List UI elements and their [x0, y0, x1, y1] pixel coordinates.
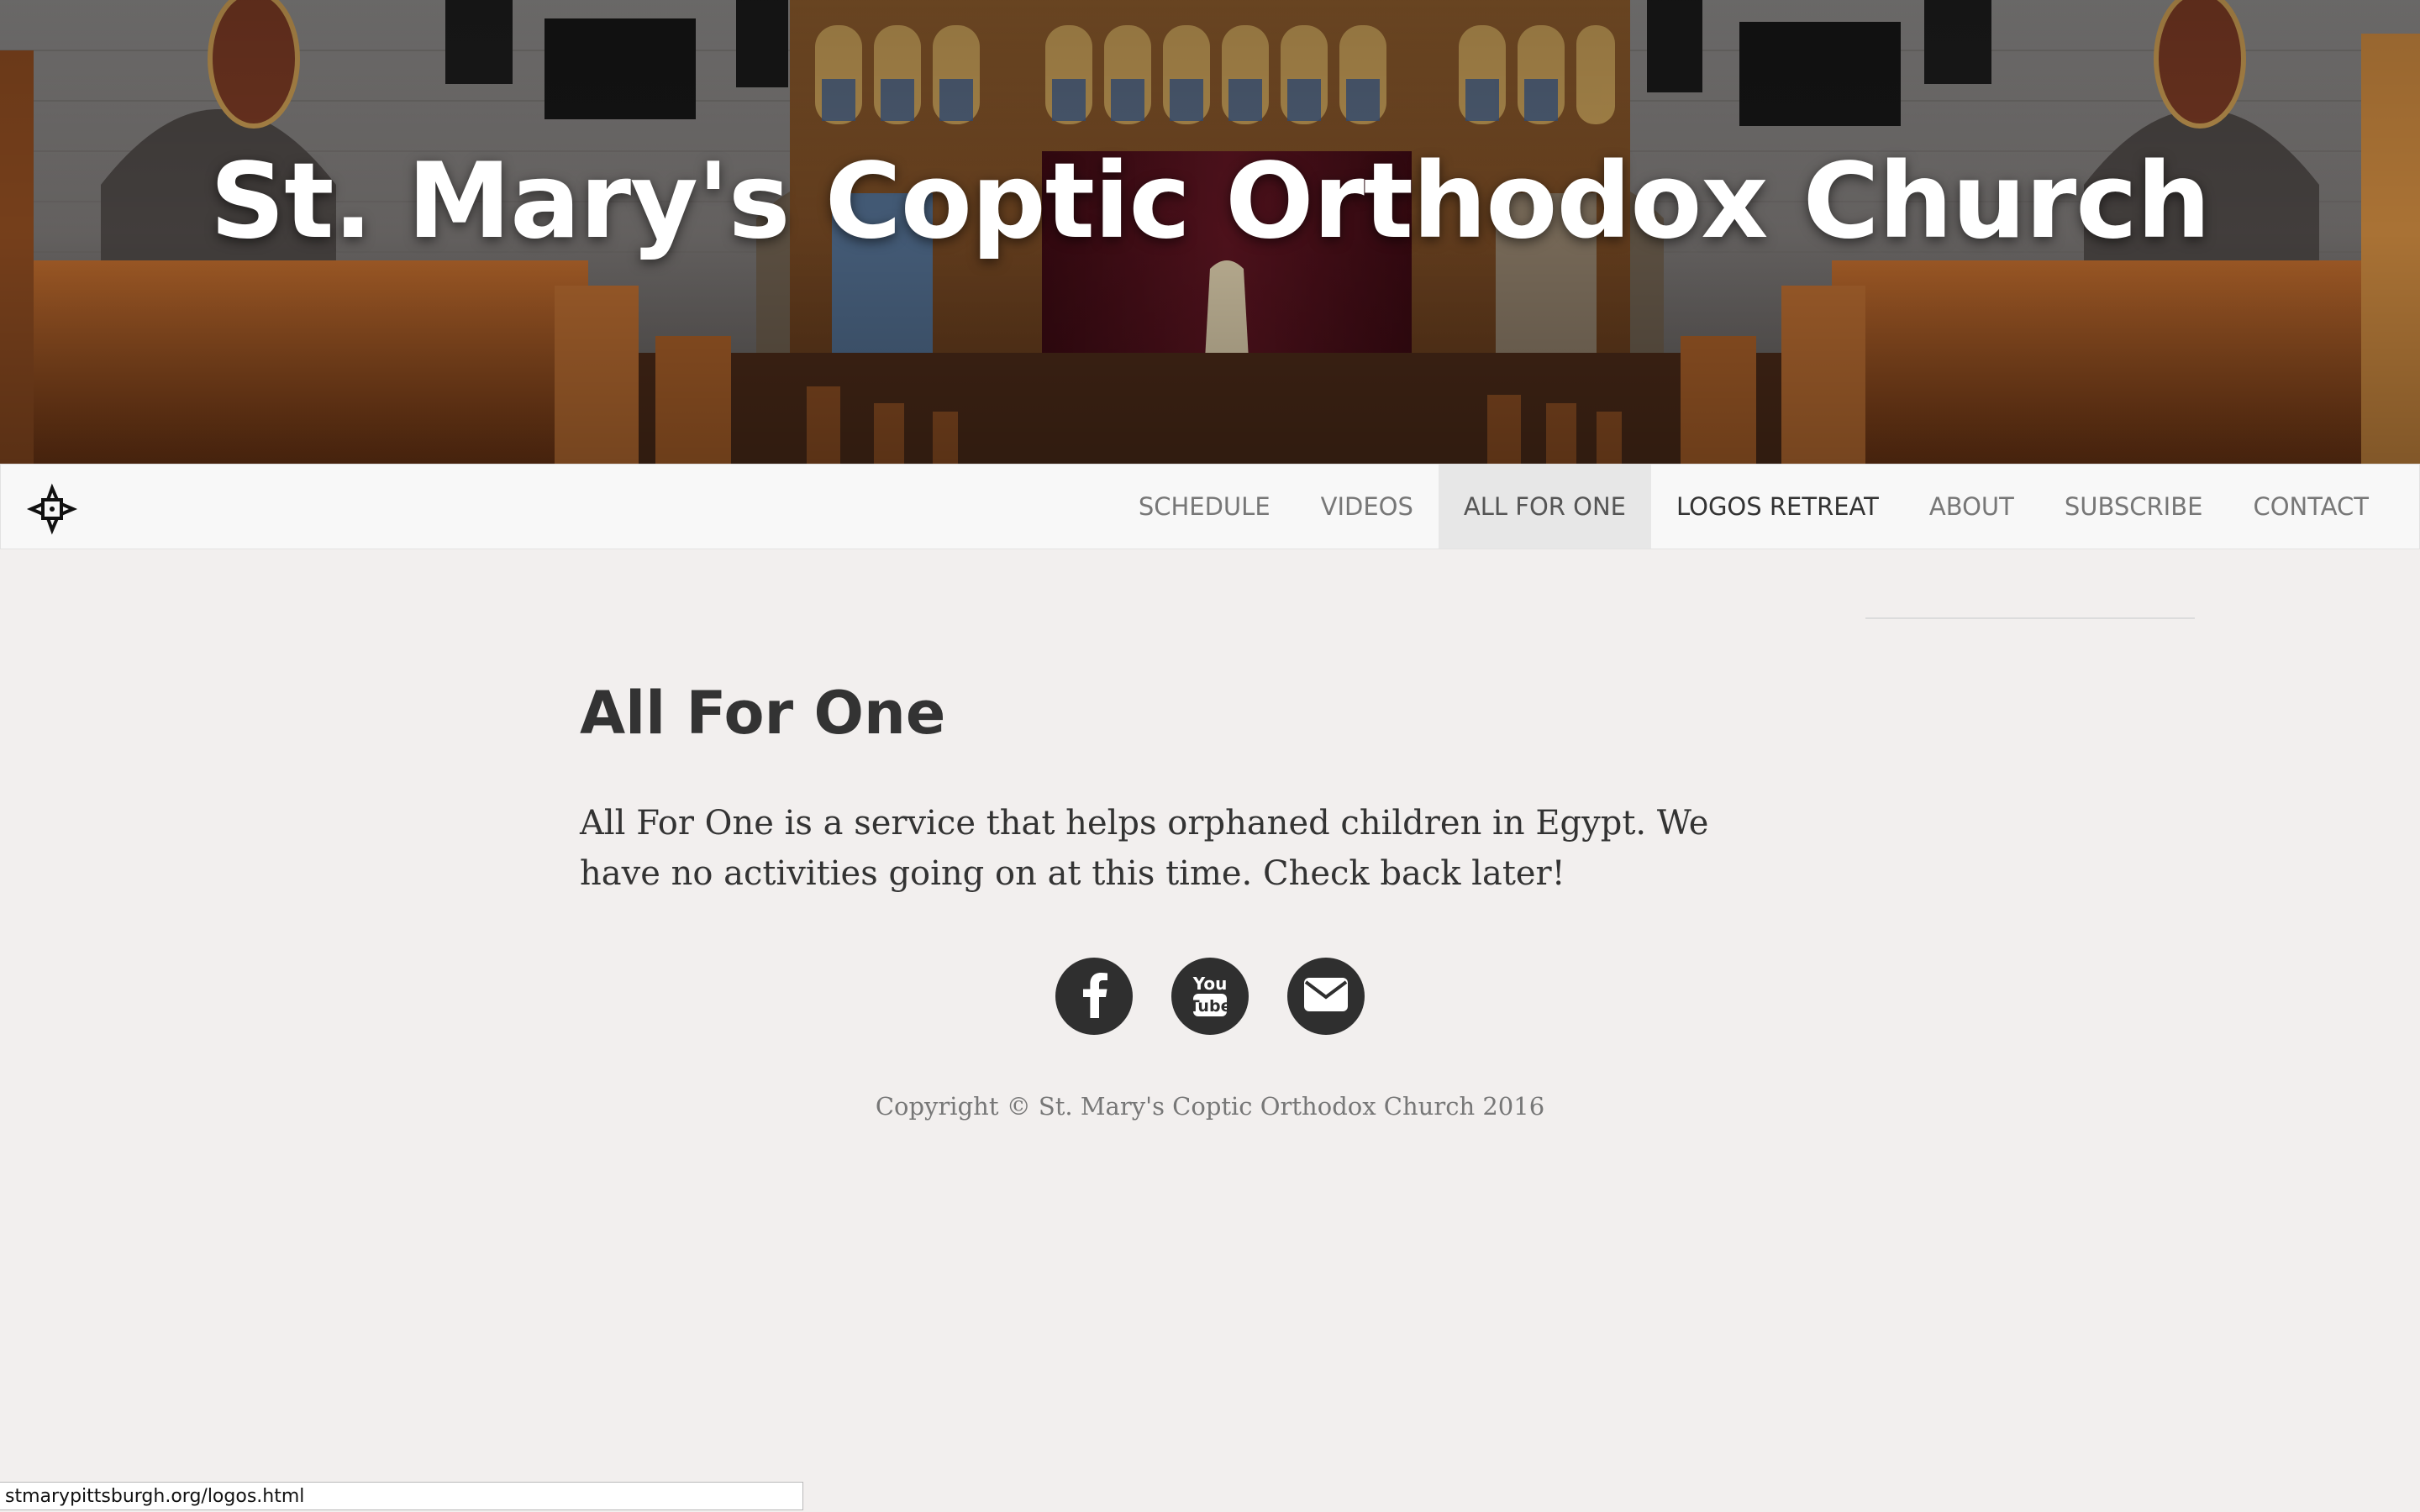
- facebook-button[interactable]: [1055, 958, 1133, 1035]
- nav-item-contact[interactable]: CONTACT: [2228, 465, 2394, 549]
- nav-item-schedule[interactable]: SCHEDULE: [1113, 465, 1296, 549]
- svg-text:Tube: Tube: [1191, 997, 1229, 1016]
- coptic-cross-icon[interactable]: [26, 483, 78, 535]
- status-bar-url: stmarypittsburgh.org/logos.html: [0, 1482, 803, 1510]
- youtube-button[interactable]: You Tube: [1171, 958, 1249, 1035]
- main-navbar: SCHEDULE VIDEOS ALL FOR ONE LOGOS RETREA…: [0, 464, 2420, 549]
- copyright-notice: Copyright © St. Mary's Coptic Orthodox C…: [875, 1092, 1545, 1121]
- page-title: All For One: [580, 679, 946, 748]
- youtube-icon: You Tube: [1189, 971, 1231, 1022]
- sidebar-divider: [1865, 617, 2195, 619]
- email-button[interactable]: [1287, 958, 1365, 1035]
- nav-item-videos[interactable]: VIDEOS: [1296, 465, 1439, 549]
- nav-item-all-for-one[interactable]: ALL FOR ONE: [1438, 465, 1652, 549]
- nav-item-logos-retreat[interactable]: LOGOS RETREAT: [1651, 465, 1904, 549]
- svg-text:You: You: [1192, 974, 1228, 994]
- page: St. Mary's Coptic Orthodox Church SCHEDU…: [0, 0, 2420, 1512]
- page-description: All For One is a service that helps orph…: [580, 804, 1709, 893]
- nav-menu: SCHEDULE VIDEOS ALL FOR ONE LOGOS RETREA…: [1113, 465, 2394, 549]
- nav-item-about[interactable]: ABOUT: [1904, 465, 2039, 549]
- hero-banner: St. Mary's Coptic Orthodox Church: [0, 0, 2420, 464]
- social-links: You Tube: [1055, 958, 1365, 1035]
- nav-item-subscribe[interactable]: SUBSCRIBE: [2039, 465, 2228, 549]
- site-title: St. Mary's Coptic Orthodox Church: [209, 141, 2211, 262]
- envelope-icon: [1303, 977, 1349, 1016]
- facebook-icon: [1077, 971, 1111, 1022]
